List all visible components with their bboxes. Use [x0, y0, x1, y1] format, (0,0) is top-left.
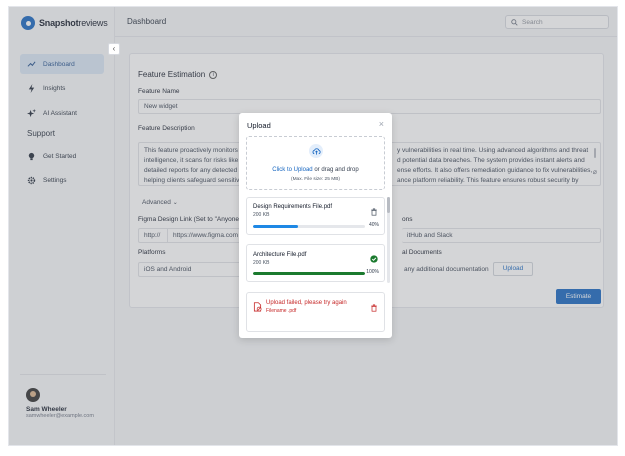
click-to-upload-link[interactable]: Click to Upload	[272, 167, 312, 173]
max-size-hint: (Max. File size: 25 MB)	[290, 177, 341, 182]
error-filename: Filename .pdf	[266, 308, 297, 314]
sidebar-collapse-button[interactable]: ‹	[108, 43, 120, 55]
upload-cloud-icon	[309, 144, 323, 158]
file-size: 200 KB	[253, 212, 270, 218]
file-name: Design Requirements File.pdf	[253, 204, 333, 210]
progress-bar-fill	[253, 272, 365, 275]
progress-bar-fill	[253, 225, 298, 228]
upload-error-item: Upload failed, please try again Filename…	[246, 292, 385, 332]
drag-drop-text: or drag and drop	[312, 167, 359, 173]
progress-bar	[253, 225, 365, 228]
upload-modal: Upload × Click to Upload or drag and dro…	[239, 113, 392, 338]
upload-dropzone[interactable]: Click to Upload or drag and drop (Max. F…	[246, 136, 385, 190]
trash-icon[interactable]	[370, 299, 378, 317]
progress-percent: 40%	[368, 222, 379, 228]
close-icon[interactable]: ×	[379, 119, 384, 129]
trash-icon[interactable]	[370, 203, 378, 221]
file-name: Architecture File.pdf	[253, 252, 307, 258]
upload-file-item: Design Requirements File.pdf 200 KB 40%	[246, 197, 385, 235]
upload-file-item: Architecture File.pdf 200 KB 100%	[246, 244, 385, 282]
check-circle-icon	[370, 250, 378, 268]
progress-percent: 100%	[366, 269, 379, 275]
modal-title: Upload	[247, 121, 271, 130]
file-size: 200 KB	[253, 260, 270, 266]
progress-bar	[253, 272, 365, 275]
file-error-icon	[253, 299, 262, 317]
error-message: Upload failed, please try again	[266, 300, 347, 306]
modal-scrollbar[interactable]	[387, 197, 390, 283]
scrollbar-thumb[interactable]	[387, 197, 390, 213]
